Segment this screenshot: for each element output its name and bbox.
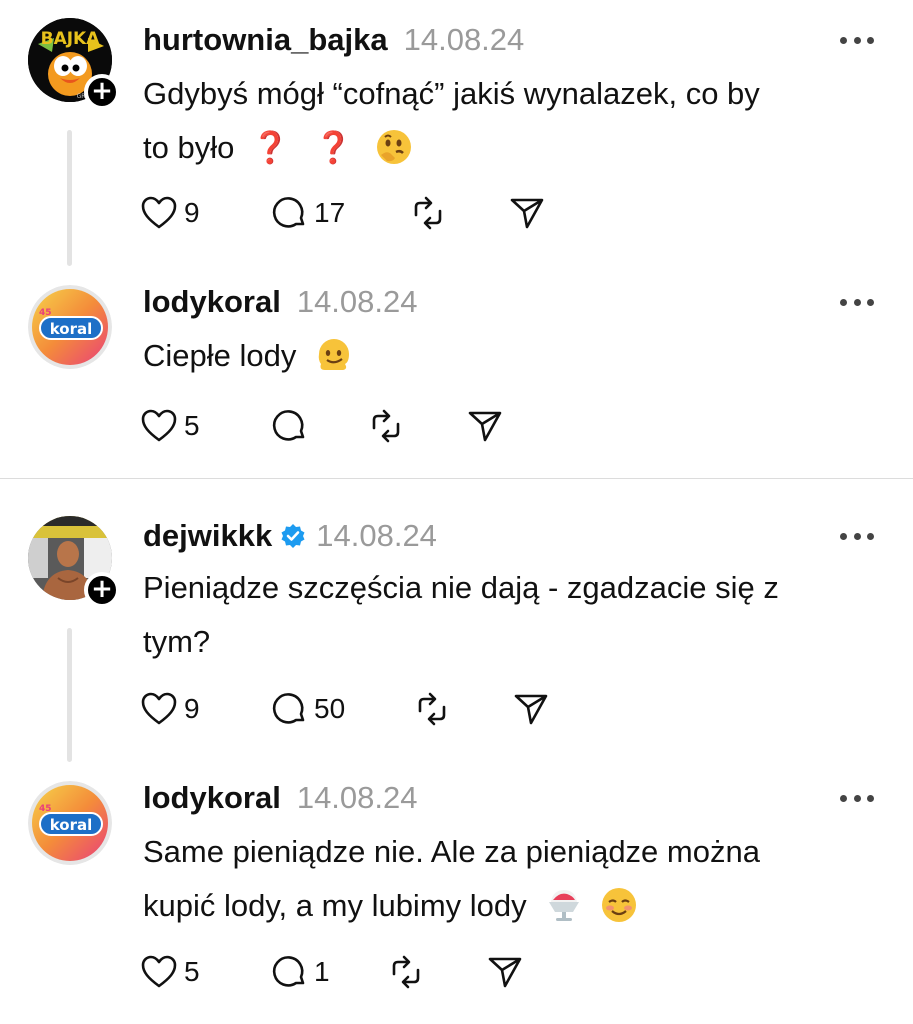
post-header: dejwikkk 14.08.24: [143, 516, 437, 556]
post-text-line: to było ❓ ❓: [143, 121, 888, 175]
post-date[interactable]: 14.08.24: [297, 780, 418, 816]
post-header: lodykoral 14.08.24: [143, 778, 418, 818]
comment-icon: [272, 197, 305, 228]
share-button[interactable]: [512, 689, 550, 729]
thread-connector-line: [67, 130, 72, 266]
post-text-line: tym?: [143, 624, 211, 659]
post-text: Pieniądze szczęścia nie dają - zgadzacie…: [143, 561, 888, 669]
verified-icon: [281, 524, 305, 548]
share-icon: [468, 411, 502, 442]
post-text: Ciepłe lody: [143, 329, 888, 383]
share-button[interactable]: [508, 193, 546, 233]
repost-icon: [418, 692, 446, 726]
like-count: 9: [184, 197, 200, 228]
repost-icon: [372, 409, 400, 443]
post-text-fragment: kupić lody, a my lubimy lody: [143, 888, 527, 923]
thinking-face-emoji: [377, 130, 412, 164]
post-date[interactable]: 14.08.24: [404, 22, 525, 58]
repost-icon: [392, 955, 420, 989]
svg-text:koral: koral: [50, 320, 93, 338]
post-header: hurtownia_bajka 14.08.24: [143, 20, 524, 60]
more-icon[interactable]: [840, 526, 874, 546]
post-date[interactable]: 14.08.24: [297, 284, 418, 320]
like-button[interactable]: 5: [140, 406, 200, 446]
like-button[interactable]: 5: [140, 952, 200, 992]
like-icon: [141, 955, 177, 988]
share-icon: [510, 198, 544, 229]
svg-text:45: 45: [39, 308, 52, 318]
comment-count: 50: [314, 693, 346, 724]
thread-divider: [0, 478, 913, 479]
post-text-line: Same pieniądze nie. Ale za pieniądze moż…: [143, 834, 760, 869]
koral-logo-image: koral 45: [28, 781, 112, 865]
comment-icon: [272, 956, 305, 987]
comment-button[interactable]: 1: [270, 952, 330, 992]
melting-face-emoji: [318, 339, 349, 370]
repost-button[interactable]: [412, 689, 452, 729]
like-icon: [141, 196, 177, 229]
follow-plus-icon[interactable]: +: [84, 74, 120, 110]
repost-icon: [414, 196, 442, 230]
repost-button[interactable]: [408, 193, 448, 233]
post-text-fragment: Ciepłe lody: [143, 338, 297, 373]
avatar[interactable]: koral 45: [28, 781, 112, 865]
post-text: Same pieniądze nie. Ale za pieniądze moż…: [143, 825, 888, 933]
post-text-line: kupić lody, a my lubimy lody: [143, 879, 888, 933]
comment-button[interactable]: 17: [270, 193, 345, 233]
comment-icon: [272, 410, 305, 441]
repost-button[interactable]: [386, 952, 426, 992]
thread-connector-line: [67, 628, 72, 762]
share-icon: [514, 694, 548, 725]
like-button[interactable]: 9: [140, 689, 200, 729]
like-count: 5: [184, 956, 200, 987]
post-actions: 5: [140, 406, 560, 446]
post-text-line: Pieniądze szczęścia nie dają - zgadzacie…: [143, 570, 779, 605]
post-actions: 5 1: [140, 952, 560, 992]
comment-button[interactable]: 50: [270, 689, 345, 729]
post-actions: 9 50: [140, 689, 560, 729]
more-icon[interactable]: [840, 30, 874, 50]
red-question-mark-emoji: ❓: [314, 130, 353, 165]
svg-text:koral: koral: [50, 816, 93, 834]
username[interactable]: lodykoral: [143, 284, 281, 320]
shaved-ice-emoji: [549, 890, 580, 921]
like-count: 5: [184, 410, 200, 441]
svg-text:45: 45: [39, 804, 52, 814]
comment-button[interactable]: [270, 406, 314, 446]
username[interactable]: hurtownia_bajka: [143, 22, 388, 58]
like-count: 9: [184, 693, 200, 724]
post-header: lodykoral 14.08.24: [143, 282, 418, 322]
like-icon: [141, 692, 177, 725]
post-text-line: Gdybyś mógł “cofnąć” jakiś wynalazek, co…: [143, 76, 760, 111]
more-icon[interactable]: [840, 292, 874, 312]
red-question-mark-emoji: ❓: [250, 130, 290, 165]
koral-logo-image: koral 45: [28, 285, 112, 369]
post-text-fragment: to było: [143, 130, 235, 165]
username[interactable]: lodykoral: [143, 780, 281, 816]
username[interactable]: dejwikkk: [143, 518, 272, 554]
more-icon[interactable]: [840, 788, 874, 808]
comment-count: 1: [314, 956, 330, 987]
comment-icon: [272, 693, 305, 724]
avatar[interactable]: koral 45: [28, 285, 112, 369]
share-button[interactable]: [466, 406, 504, 446]
share-button[interactable]: [486, 952, 524, 992]
share-icon: [488, 957, 522, 988]
follow-plus-icon[interactable]: +: [84, 572, 120, 608]
svg-text:BAJKA: BAJKA: [41, 29, 101, 49]
post-actions: 9 17: [140, 193, 560, 233]
like-icon: [141, 409, 177, 442]
comment-count: 17: [314, 197, 346, 228]
smiling-face-emoji: [601, 888, 636, 922]
post-date[interactable]: 14.08.24: [316, 518, 437, 554]
like-button[interactable]: 9: [140, 193, 200, 233]
post-text: Gdybyś mógł “cofnąć” jakiś wynalazek, co…: [143, 67, 888, 175]
repost-button[interactable]: [366, 406, 406, 446]
